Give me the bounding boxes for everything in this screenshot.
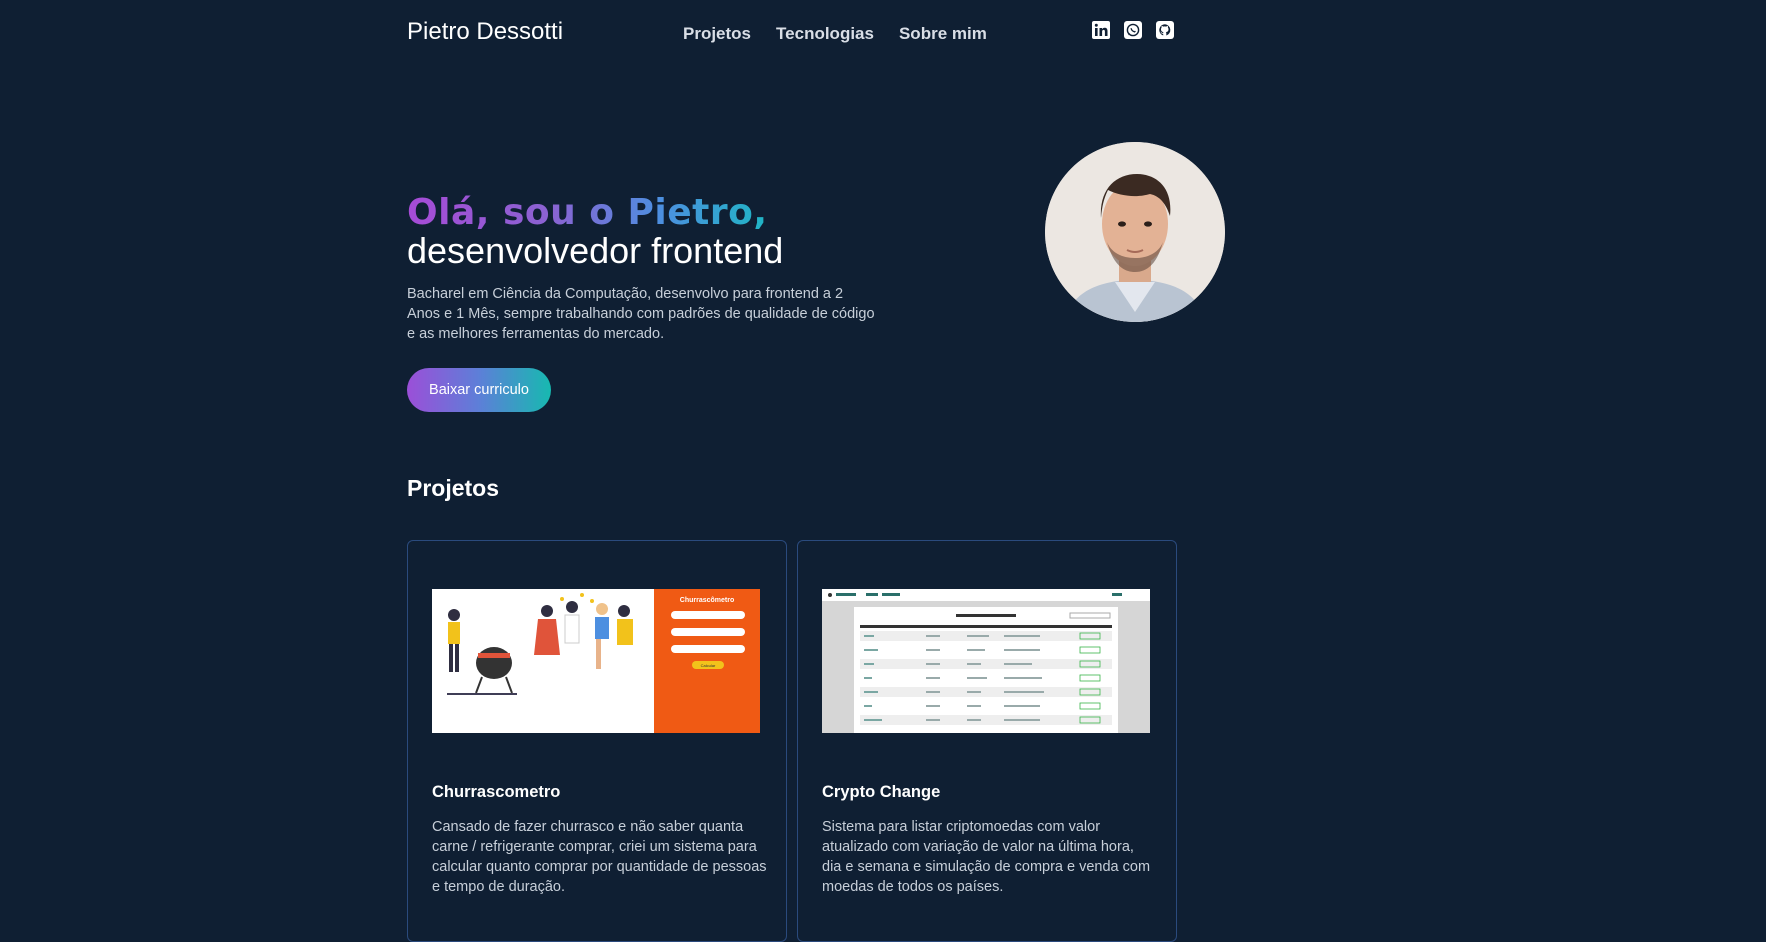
project-title[interactable]: Crypto Change	[822, 783, 940, 802]
project-description: Cansado de fazer churrasco e não saber q…	[432, 819, 767, 895]
thumb-calc-button: Calcular	[701, 663, 716, 668]
social-links	[1091, 20, 1175, 40]
project-title[interactable]: Churrascometro	[432, 783, 560, 802]
projects-title: Projetos	[407, 475, 500, 501]
project-description: Sistema para listar criptomoedas com val…	[822, 819, 1151, 895]
hero-role: desenvolvedor frontend	[407, 230, 784, 271]
linkedin-icon[interactable]	[1091, 20, 1111, 40]
brand-name[interactable]: Pietro Dessotti	[407, 18, 563, 46]
project-thumbnail	[822, 589, 1150, 733]
main-nav: Projetos Tecnologias Sobre mim	[683, 24, 1012, 44]
profile-photo	[1045, 142, 1225, 322]
project-card-churrascometro[interactable]: Churrascômetro Calcular Churrascometro C…	[407, 540, 787, 942]
download-cv-button[interactable]: Baixar curriculo	[407, 368, 551, 412]
project-thumbnail: Churrascômetro Calcular	[432, 589, 760, 733]
nav-tecnologias[interactable]: Tecnologias	[776, 24, 874, 44]
github-icon[interactable]	[1155, 20, 1175, 40]
nav-projetos[interactable]: Projetos	[683, 24, 751, 44]
whatsapp-icon[interactable]	[1123, 20, 1143, 40]
project-card-crypto-change[interactable]: Crypto Change Sistema para listar cripto…	[797, 540, 1177, 942]
nav-sobre-mim[interactable]: Sobre mim	[899, 24, 987, 44]
thumb-title: Churrascômetro	[680, 597, 734, 604]
hero-bio: Bacharel em Ciência da Computação, desen…	[407, 286, 875, 342]
hero-greeting: Olá, sou o Pietro,	[407, 192, 768, 233]
